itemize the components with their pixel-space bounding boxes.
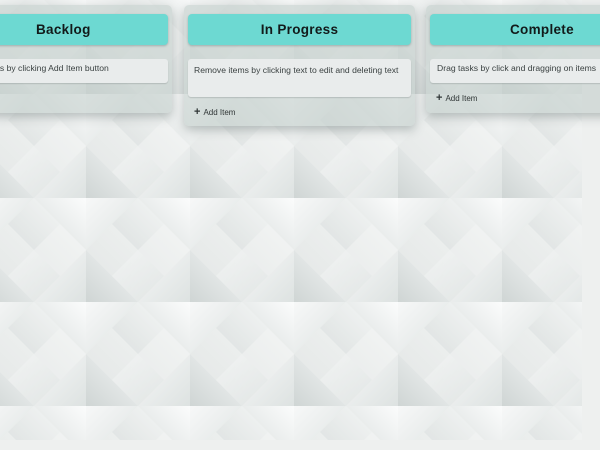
task-text[interactable]: Remove items by clicking text to edit an… <box>194 65 398 75</box>
column-title-complete: Complete <box>430 14 600 45</box>
add-item-button[interactable]: + Add Item <box>436 92 478 104</box>
column-backlog: Backlog Add items by clicking Add Item b… <box>0 5 172 113</box>
task-item[interactable]: Add items by clicking Add Item button <box>0 59 168 83</box>
add-item-button[interactable]: + Add Item <box>194 106 236 118</box>
column-title-in-progress: In Progress <box>188 14 411 45</box>
add-item-label: Add Item <box>203 107 236 117</box>
plus-icon: + <box>436 92 443 104</box>
column-title-backlog: Backlog <box>0 14 168 45</box>
task-item[interactable]: Drag tasks by click and dragging on item… <box>430 59 600 83</box>
add-item-label: Add Item <box>445 93 478 103</box>
kanban-board: Backlog Add items by clicking Add Item b… <box>0 0 600 450</box>
task-text[interactable]: Drag tasks by click and dragging on item… <box>437 63 596 73</box>
column-in-progress: In Progress Remove items by clicking tex… <box>184 5 415 126</box>
task-text[interactable]: Add items by clicking Add Item button <box>0 63 109 73</box>
plus-icon: + <box>194 106 201 118</box>
task-item[interactable]: Remove items by clicking text to edit an… <box>188 59 411 97</box>
column-complete: Complete Drag tasks by click and draggin… <box>426 5 600 113</box>
